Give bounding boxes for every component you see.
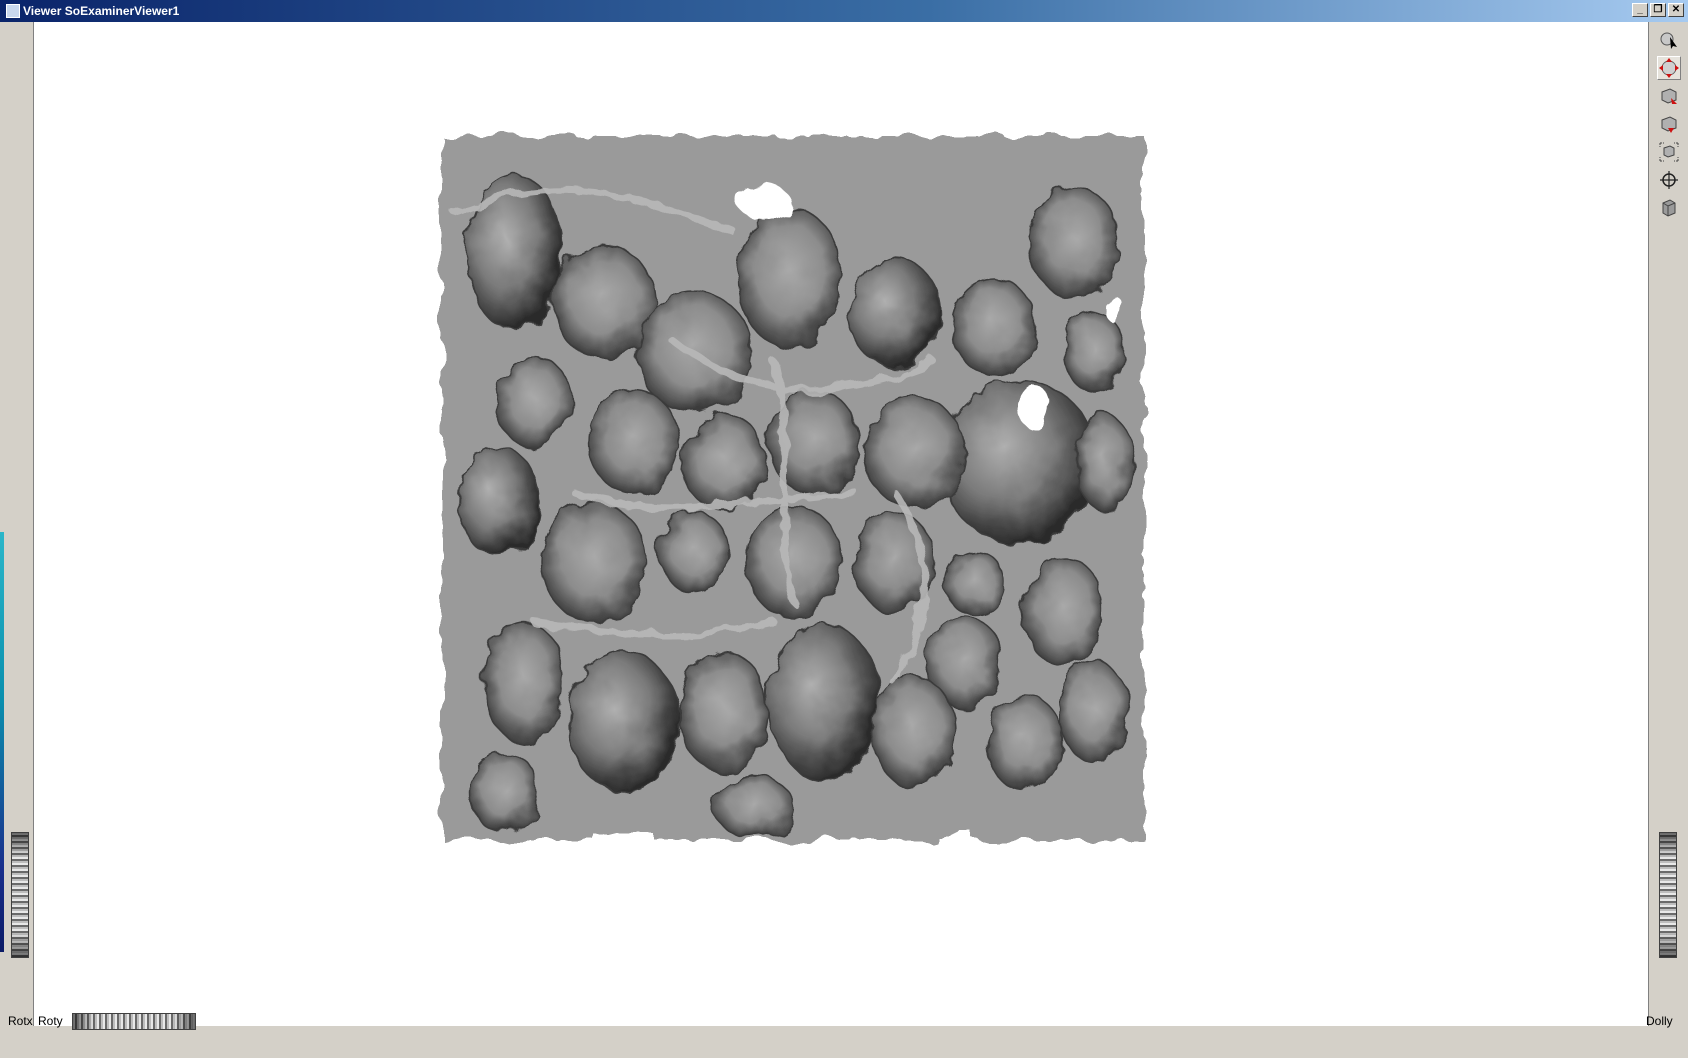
projection-button[interactable] xyxy=(1657,196,1681,220)
bottom-decoration-bar xyxy=(6,1026,1688,1058)
projection-icon xyxy=(1662,199,1676,217)
dolly-thumbwheel[interactable] xyxy=(1659,832,1677,958)
window-title: Viewer SoExaminerViewer1 xyxy=(23,4,180,18)
set-home-button[interactable] xyxy=(1657,112,1681,136)
seek-icon xyxy=(1660,171,1678,189)
viewer-toolbar xyxy=(1648,22,1688,1034)
roty-thumbwheel[interactable] xyxy=(72,1013,196,1030)
roty-label: Roty xyxy=(38,1014,63,1028)
pick-mode-icon xyxy=(1660,32,1677,49)
dolly-label: Dolly xyxy=(1646,1014,1673,1028)
view-mode-button[interactable] xyxy=(1657,56,1681,80)
view-all-button[interactable] xyxy=(1657,140,1681,164)
view-mode-icon xyxy=(1659,58,1679,78)
title-bar[interactable]: Viewer SoExaminerViewer1 _ ❐ ✕ xyxy=(0,0,1688,22)
home-icon xyxy=(1661,88,1677,104)
render-viewport[interactable] xyxy=(34,22,1648,1026)
restore-button[interactable]: ❐ xyxy=(1650,3,1666,17)
view-all-icon xyxy=(1659,142,1679,162)
minimize-button[interactable]: _ xyxy=(1632,3,1648,17)
set-home-icon xyxy=(1661,116,1677,133)
close-button[interactable]: ✕ xyxy=(1668,3,1684,17)
seek-button[interactable] xyxy=(1657,168,1681,192)
pick-mode-button[interactable] xyxy=(1657,28,1681,52)
porous-mesh-render xyxy=(442,136,1144,844)
rotx-thumbwheel[interactable] xyxy=(11,832,29,958)
window-controls: _ ❐ ✕ xyxy=(1632,3,1684,17)
rotx-label: Rotx xyxy=(8,1014,33,1028)
app-icon[interactable] xyxy=(6,4,20,18)
left-decoration-frame xyxy=(6,22,34,1034)
home-button[interactable] xyxy=(1657,84,1681,108)
